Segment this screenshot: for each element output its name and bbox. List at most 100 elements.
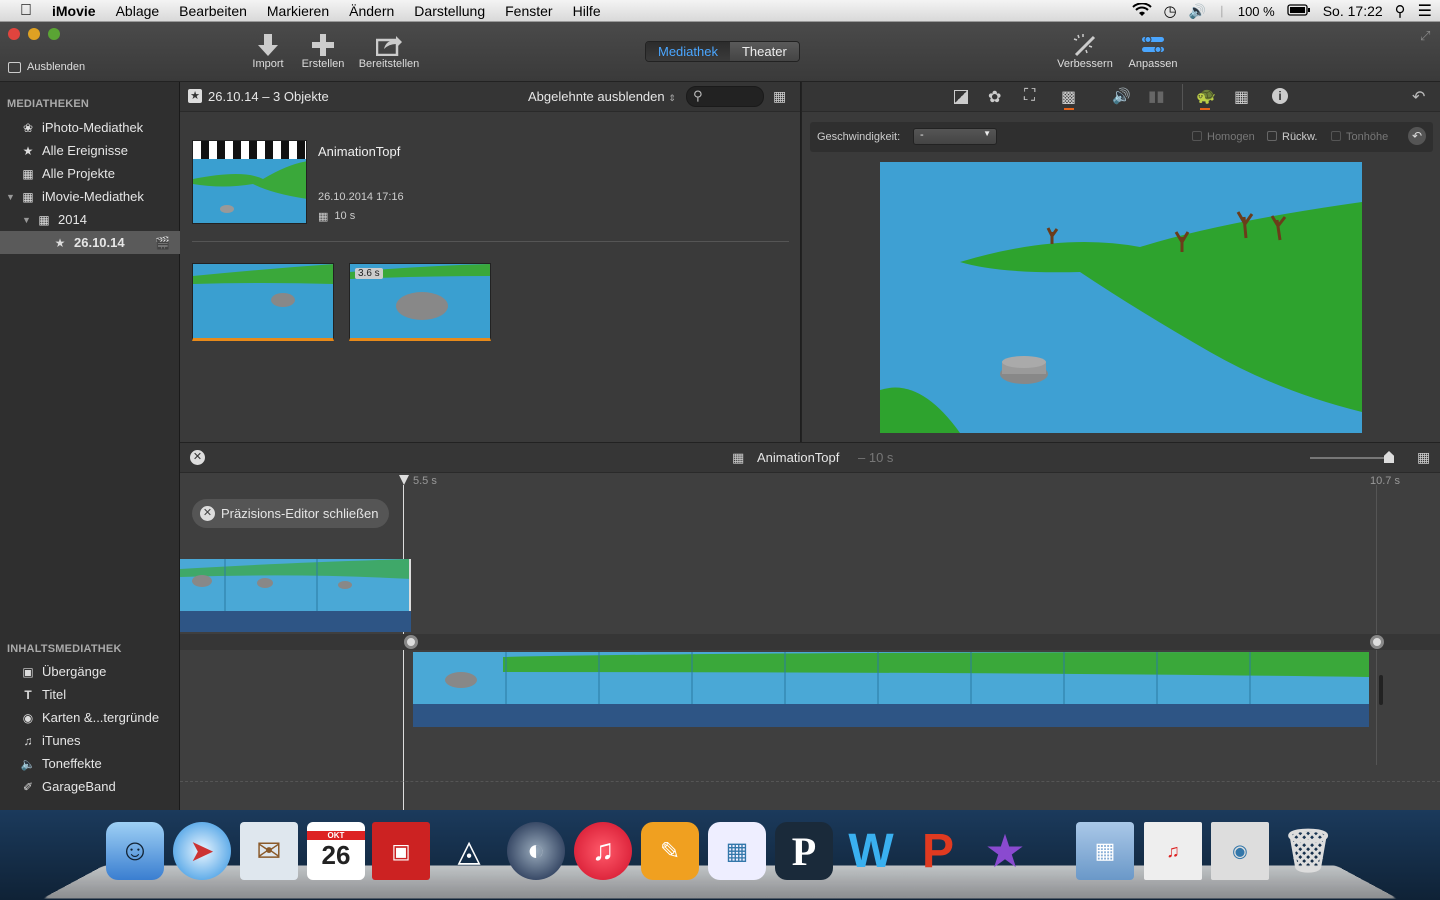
sidebar-item-event-26-10-14[interactable]: ★ 26.10.14 🎬 [0,231,180,254]
close-window-button[interactable] [8,28,20,40]
finder-icon[interactable]: ☺ [106,822,164,880]
previous-clip-audio[interactable] [180,611,411,632]
clip-thumbnail[interactable] [192,263,334,341]
sidebar-item-all-projects[interactable]: ▦ Alle Projekte [0,162,180,185]
notification-center-icon[interactable]: ☰ [1418,1,1432,21]
hide-sidebar-button[interactable]: Ausblenden [8,61,85,73]
sidebar-item-imovie-library[interactable]: ▼ ▦ iMovie-Mediathek [0,185,180,208]
preview-icon[interactable]: ▦ [708,822,766,880]
trim-handle[interactable] [1379,675,1383,705]
apple-menu-icon[interactable]:  [0,2,42,20]
current-clip-filmstrip[interactable] [413,652,1369,704]
folder-icon[interactable]: ▦ [1076,822,1134,880]
project-name[interactable]: AnimationTopf [318,144,400,159]
zoom-slider[interactable] [1310,451,1394,463]
sidebar-item-2014[interactable]: ▼ ▦ 2014 [0,208,180,231]
zoom-slider-knob[interactable] [1384,451,1394,463]
pitch-checkbox[interactable] [1331,131,1341,141]
playhead-marker-icon[interactable] [399,475,409,485]
minimize-window-button[interactable] [28,28,40,40]
volume-icon[interactable]: 🔊 [1112,87,1131,105]
fullscreen-icon[interactable]: ⤢ [1420,28,1430,44]
menu-markieren[interactable]: Markieren [257,3,339,19]
mail-icon[interactable]: ✉ [240,822,298,880]
reset-all-icon[interactable]: ↶ [1412,87,1425,107]
tab-mediathek[interactable]: Mediathek [646,42,730,61]
search-input[interactable]: ⚲ [686,86,764,107]
filmstrip-settings-icon[interactable]: ▦ [773,88,786,105]
zoom-window-button[interactable] [48,28,60,40]
menu-ablage[interactable]: Ablage [106,3,170,19]
pixelmator-icon[interactable]: P [775,822,833,880]
sidebar-item-itunes[interactable]: ♫ iTunes [0,729,180,752]
menu-hilfe[interactable]: Hilfe [563,3,611,19]
time-machine-icon[interactable]: ◷ [1164,2,1177,20]
sidebar-item-iphoto[interactable]: ❀ iPhoto-Mediathek [0,116,180,139]
menu-app-name[interactable]: iMovie [42,3,106,19]
clip-thumbnail[interactable]: 3.6 s [349,263,491,341]
title-icon: T [24,687,32,702]
bluetooth-icon[interactable]: ᛁ [1218,4,1226,19]
safari-icon[interactable]: ➤ [173,822,231,880]
sidebar-item-sound-effects[interactable]: 🔈 Toneffekte [0,752,180,775]
menu-aendern[interactable]: Ändern [339,3,404,19]
clapper-stripe [193,141,306,159]
pages-icon[interactable]: ✎ [641,822,699,880]
menu-fenster[interactable]: Fenster [495,3,562,19]
volume-icon[interactable]: 🔊 [1189,3,1206,20]
sidebar-item-titles[interactable]: T Titel [0,683,180,706]
wifi-icon[interactable] [1131,1,1152,20]
color-balance-icon[interactable] [954,90,968,104]
unity-icon[interactable]: ◬ [440,822,498,880]
photo-booth-icon[interactable]: ▣ [372,822,430,880]
stabilization-icon[interactable]: ▩ [1061,87,1076,107]
info-icon[interactable]: i [1272,88,1288,104]
imovie-icon[interactable]: ★ [976,822,1034,880]
sidebar-item-garageband[interactable]: ✐ GarageBand [0,775,180,798]
color-correction-icon[interactable]: ✿ [988,87,1001,107]
crop-icon[interactable]: ⛶ [1024,87,1035,105]
transition-handle-left[interactable] [404,635,418,649]
event-title: 26.10.14 – 3 Objekte [208,89,329,104]
enhance-button[interactable]: Verbessern [1053,32,1117,70]
word-icon[interactable]: W [842,822,900,880]
cinema4d-icon[interactable]: ◐ [507,822,565,880]
disclosure-triangle-icon[interactable]: ▼ [22,215,36,225]
speed-select[interactable]: - ▼ [913,128,997,145]
sidebar-item-all-events[interactable]: ★ Alle Ereignisse [0,139,180,162]
spotlight-icon[interactable]: ⚲ [1395,2,1406,20]
smooth-checkbox[interactable] [1192,131,1202,141]
battery-icon[interactable] [1287,3,1311,19]
tab-theater[interactable]: Theater [729,42,799,61]
screenshot-icon[interactable]: ♫ [1144,822,1202,880]
video-preview[interactable] [880,162,1362,433]
speed-turtle-icon[interactable]: 🐢 [1196,86,1216,106]
menu-darstellung[interactable]: Darstellung [404,3,495,19]
itunes-icon[interactable]: ♫ [574,822,632,880]
clock[interactable]: So. 17:22 [1323,3,1383,19]
menu-bearbeiten[interactable]: Bearbeiten [169,3,257,19]
reverse-checkbox[interactable] [1267,131,1277,141]
calendar-app-icon[interactable]: OKT 26 [307,822,365,880]
share-button[interactable]: Bereitstellen [354,32,424,70]
equalizer-icon[interactable]: ▮▮ [1148,87,1165,105]
import-button[interactable]: Import [248,32,288,70]
previous-clip-filmstrip[interactable] [180,559,411,611]
sidebar-item-maps-backgrounds[interactable]: ◉ Karten &...tergründe [0,706,180,729]
close-icon[interactable]: ✕ [190,450,205,465]
close-precision-editor-button[interactable]: ✕ Präzisions-Editor schließen [192,499,389,528]
timeline-settings-icon[interactable]: ▦ [1417,449,1430,466]
screenshot2-icon[interactable]: ◉ [1211,822,1269,880]
trash-icon[interactable]: 🗑 [1279,822,1337,880]
create-button[interactable]: Erstellen [298,32,348,70]
video-overlay-icon[interactable]: ▦ [1234,87,1249,107]
current-clip-audio[interactable] [413,704,1369,727]
sidebar-item-transitions[interactable]: ▣ Übergänge [0,660,180,683]
project-thumbnail[interactable] [192,140,307,224]
transition-handle-right[interactable] [1370,635,1384,649]
adjust-button[interactable]: Anpassen [1124,32,1182,70]
disclosure-triangle-icon[interactable]: ▼ [6,192,20,202]
filter-popup[interactable]: Abgelehnte ausblenden ⇕ [528,89,676,104]
powerpoint-icon[interactable]: P [909,822,967,880]
reset-speed-icon[interactable]: ↶ [1408,127,1426,145]
